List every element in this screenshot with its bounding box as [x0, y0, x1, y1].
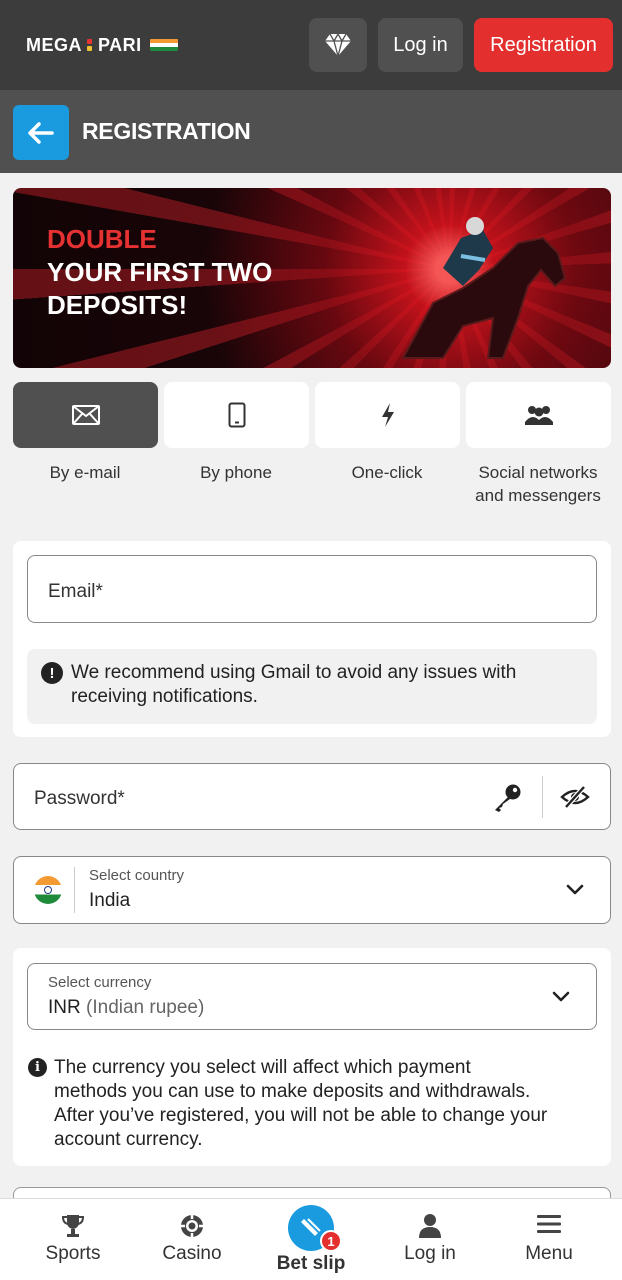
tab-one-click[interactable] — [315, 382, 460, 448]
currency-note-line-3: After you’ve registered, you will not be… — [54, 1105, 548, 1126]
nav-menu[interactable]: Menu — [489, 1199, 609, 1280]
currency-note-line-2: methods you can use to make deposits and… — [54, 1081, 531, 1102]
ticket-icon — [301, 1218, 321, 1236]
envelope-icon — [71, 405, 100, 425]
back-button[interactable] — [13, 105, 69, 160]
india-flag-icon — [149, 39, 178, 51]
india-flag-icon — [34, 876, 62, 904]
currency-value: INR (Indian rupee) — [48, 997, 204, 1019]
tab-label-phone[interactable]: By phone — [156, 461, 316, 484]
nav-menu-label: Menu — [525, 1243, 573, 1264]
currency-select[interactable]: Select currency INR (Indian rupee) — [27, 963, 597, 1030]
promo-banner[interactable]: DOUBLE YOUR FIRST TWO DEPOSITS! — [13, 188, 611, 368]
currency-label: Select currency — [48, 974, 152, 991]
vip-diamond-button[interactable] — [309, 18, 367, 72]
lightning-icon — [381, 403, 394, 427]
banner-line-1: DOUBLE — [47, 224, 157, 254]
country-select[interactable]: Select country India — [13, 856, 611, 924]
header-login-button[interactable]: Log in — [378, 18, 463, 72]
nav-bet-slip[interactable]: Bet slip — [251, 1199, 371, 1280]
currency-name: (Indian rupee) — [86, 997, 205, 1018]
phone-icon — [228, 402, 245, 428]
nav-sports-label: Sports — [45, 1243, 101, 1264]
currency-note-line-4: account currency. — [54, 1129, 203, 1150]
page-header: REGISTRATION — [0, 90, 622, 173]
tab-by-email[interactable] — [13, 382, 158, 448]
nav-bet-slip-label: Bet slip — [276, 1253, 346, 1274]
currency-note-line-1: The currency you select will affect whic… — [54, 1057, 471, 1078]
chevron-down-icon — [552, 991, 570, 1002]
tab-social-networks[interactable] — [466, 382, 611, 448]
people-icon — [524, 406, 553, 425]
currency-note-text: The currency you select will affect whic… — [54, 1056, 547, 1152]
nav-login-label: Log in — [404, 1243, 456, 1264]
bottom-navigation: Sports Casino Bet slip Log in Menu — [0, 1198, 622, 1280]
banner-line-2: YOUR FIRST TWO — [47, 257, 273, 287]
nav-login[interactable]: Log in — [370, 1199, 490, 1280]
password-field[interactable]: Password* — [13, 763, 611, 830]
header-registration-button[interactable]: Registration — [474, 18, 613, 72]
megapari-logo[interactable]: MEGA PARI — [26, 34, 178, 56]
email-field[interactable]: Email* — [27, 555, 597, 623]
hamburger-icon — [537, 1215, 561, 1233]
divider — [74, 867, 75, 913]
eye-slash-icon[interactable] — [560, 785, 590, 809]
tab-label-one-click[interactable]: One-click — [307, 461, 467, 484]
user-icon — [419, 1214, 441, 1238]
currency-code: INR — [48, 997, 81, 1018]
racehorse-jockey-image — [401, 217, 567, 359]
gmail-note-line-2: receiving notifications. — [71, 686, 258, 707]
diamond-icon — [325, 32, 351, 58]
key-icon[interactable] — [491, 783, 523, 813]
tab-label-email[interactable]: By e-mail — [5, 461, 165, 484]
logo-text-pari: PARI — [98, 34, 142, 55]
chevron-down-icon — [566, 884, 584, 895]
tab-label-social-line1: Social networks — [478, 463, 598, 482]
nav-casino-label: Casino — [162, 1243, 222, 1264]
email-placeholder: Email* — [48, 581, 103, 602]
tab-by-phone[interactable] — [164, 382, 309, 448]
nav-casino[interactable]: Casino — [132, 1199, 252, 1280]
password-placeholder: Password* — [34, 788, 125, 809]
divider — [542, 776, 543, 818]
top-bar: MEGA PARI Log in Registration — [0, 0, 622, 90]
tab-label-social[interactable]: Social networks and messengers — [458, 461, 618, 507]
trophy-icon — [61, 1215, 85, 1237]
info-icon: i — [28, 1058, 47, 1077]
logo-text-mega: MEGA — [26, 34, 82, 55]
warning-icon: ! — [41, 662, 63, 684]
gmail-note-line-1: We recommend using Gmail to avoid any is… — [71, 662, 517, 683]
gmail-note-text: We recommend using Gmail to avoid any is… — [71, 661, 516, 709]
casino-chip-icon — [181, 1215, 203, 1237]
bet-slip-count-badge: 1 — [320, 1230, 342, 1252]
country-label: Select country — [89, 867, 185, 884]
page-title: REGISTRATION — [82, 118, 251, 144]
logo-dots — [87, 38, 93, 52]
arrow-left-icon — [28, 121, 54, 144]
nav-sports[interactable]: Sports — [13, 1199, 133, 1280]
banner-line-3: DEPOSITS! — [47, 290, 188, 320]
country-value: India — [89, 890, 131, 911]
tab-label-social-line2: and messengers — [475, 486, 601, 505]
